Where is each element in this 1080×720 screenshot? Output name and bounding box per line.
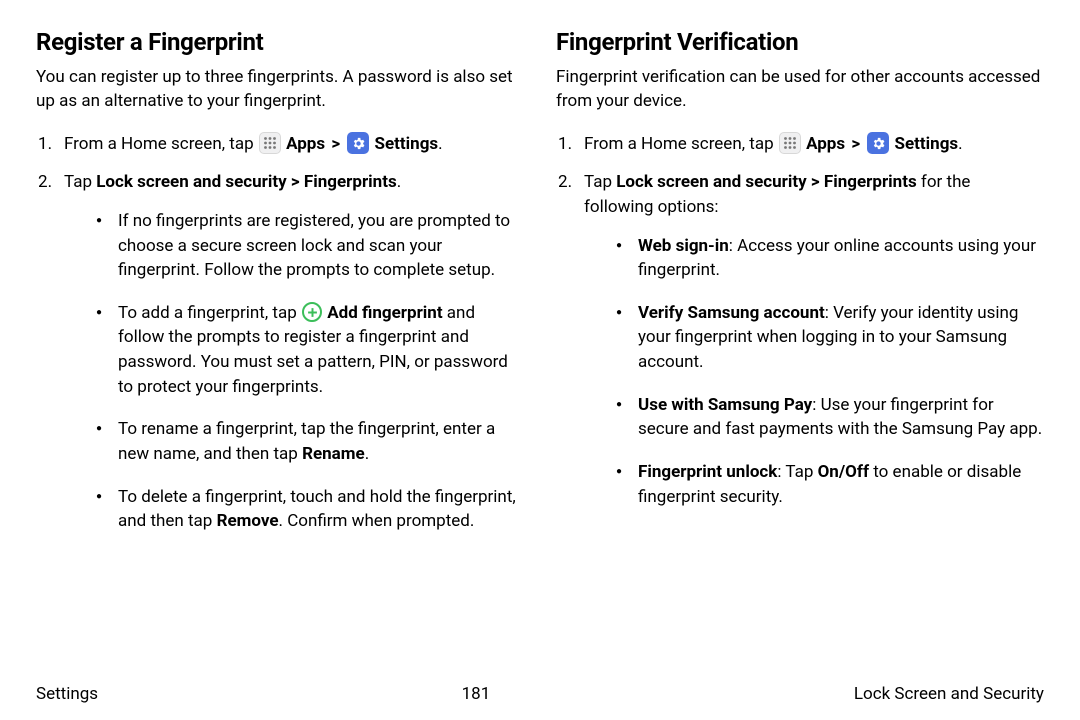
period: .	[958, 134, 962, 154]
chevron-icon: >	[329, 134, 342, 154]
intro-text: You can register up to three fingerprint…	[36, 66, 524, 114]
b4-mid: : Tap	[777, 462, 817, 482]
step2-bold: Lock screen and security > Fingerprints	[96, 172, 396, 192]
bullet-no-fingerprints: If no fingerprints are registered, you a…	[96, 209, 524, 283]
step-1: From a Home screen, tap Apps > Settings.	[556, 132, 1044, 157]
chevron-icon: >	[849, 134, 862, 154]
step2-pre: Tap	[64, 172, 96, 192]
b2-bold: Verify Samsung account	[638, 303, 825, 323]
step2-pre: Tap	[584, 172, 616, 192]
b3-bold: Rename	[302, 444, 365, 464]
bullet-samsung-pay: Use with Samsung Pay: Use your fingerpri…	[616, 393, 1044, 442]
step-1: From a Home screen, tap Apps > Settings.	[36, 132, 524, 157]
step-2: Tap Lock screen and security > Fingerpri…	[36, 170, 524, 534]
step1-pre: From a Home screen, tap	[64, 134, 258, 154]
b1-bold: Web sign-in	[638, 236, 729, 256]
footer-page-number: 181	[462, 684, 491, 704]
period: .	[365, 444, 369, 464]
bullet-delete-fingerprint: To delete a fingerprint, touch and hold …	[96, 485, 524, 534]
settings-label: Settings	[895, 134, 959, 154]
intro-text: Fingerprint verification can be used for…	[556, 66, 1044, 114]
bullet-verify-samsung: Verify Samsung account: Verify your iden…	[616, 301, 1044, 375]
apps-label: Apps	[806, 134, 845, 154]
settings-gear-icon	[867, 132, 889, 154]
b2-bold: Add fingerprint	[327, 303, 442, 323]
left-column: Register a Fingerprint You can register …	[36, 28, 524, 552]
heading-fingerprint-verification: Fingerprint Verification	[556, 28, 1044, 56]
settings-label: Settings	[375, 134, 439, 154]
bullet-rename-fingerprint: To rename a fingerprint, tap the fingerp…	[96, 417, 524, 466]
footer-right: Lock Screen and Security	[854, 684, 1044, 704]
right-column: Fingerprint Verification Fingerprint ver…	[556, 28, 1044, 552]
step-2: Tap Lock screen and security > Fingerpri…	[556, 170, 1044, 509]
step2-bold: Lock screen and security > Fingerprints	[616, 172, 916, 192]
footer-left: Settings	[36, 684, 98, 704]
apps-grid-icon	[779, 132, 801, 154]
bullet-add-fingerprint: To add a fingerprint, tap Add fingerprin…	[96, 301, 524, 400]
b4-bold: Fingerprint unlock	[638, 462, 777, 482]
page-footer: Settings 181 Lock Screen and Security	[36, 684, 1044, 704]
add-plus-icon	[302, 302, 322, 322]
bullet-fingerprint-unlock: Fingerprint unlock: Tap On/Off to enable…	[616, 460, 1044, 509]
b2-pre: To add a fingerprint, tap	[118, 303, 301, 323]
period: .	[438, 134, 442, 154]
heading-register-fingerprint: Register a Fingerprint	[36, 28, 524, 56]
period: .	[397, 172, 401, 192]
b3-bold: Use with Samsung Pay	[638, 395, 812, 415]
b4-bold2: On/Off	[818, 462, 869, 482]
b4-post: . Confirm when prompted.	[279, 511, 475, 531]
step1-pre: From a Home screen, tap	[584, 134, 778, 154]
apps-label: Apps	[286, 134, 325, 154]
settings-gear-icon	[347, 132, 369, 154]
bullet-web-sign-in: Web sign-in: Access your online accounts…	[616, 234, 1044, 283]
apps-grid-icon	[259, 132, 281, 154]
b4-bold: Remove	[217, 511, 279, 531]
